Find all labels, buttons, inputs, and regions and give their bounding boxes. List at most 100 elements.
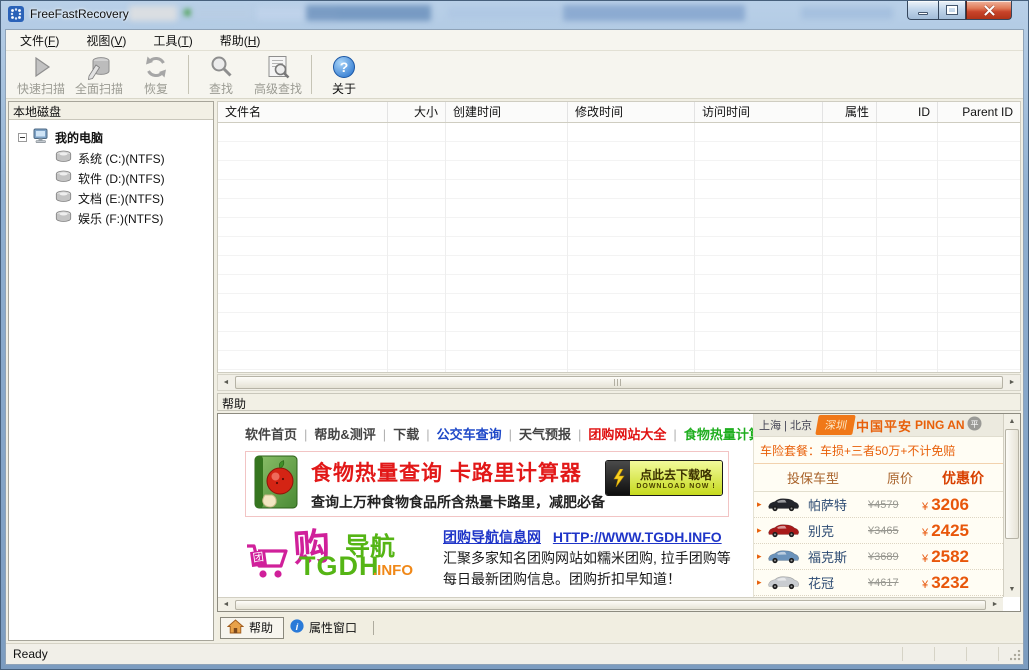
car-name[interactable]: 别克 xyxy=(804,521,868,540)
bullet-arrow-icon: ▸ xyxy=(757,551,766,562)
nav-separator: | xyxy=(578,427,581,442)
resize-grip[interactable] xyxy=(1010,650,1021,661)
car-name[interactable]: 花冠 xyxy=(804,573,868,592)
minimize-icon xyxy=(918,12,928,15)
toolbar-button-search[interactable]: 查找 xyxy=(193,51,249,98)
scroll-left-icon[interactable]: ◄ xyxy=(218,597,234,612)
menu-item-h[interactable]: 帮助(H) xyxy=(220,32,261,49)
column-header-4[interactable]: 修改时间 xyxy=(568,102,695,122)
tree-item-drive[interactable]: 软件 (D:)(NTFS) xyxy=(9,168,213,188)
app-icon xyxy=(8,6,24,22)
insurance-car-row[interactable]: ▸帕萨特¥4579¥ 3206 xyxy=(754,492,1003,518)
scroll-right-icon[interactable]: ► xyxy=(1004,375,1020,390)
column-header-7[interactable]: ID xyxy=(877,102,938,122)
column-header-5[interactable]: 访问时间 xyxy=(695,102,823,122)
menu-item-f[interactable]: 文件(F) xyxy=(20,32,59,49)
statusbar-divider xyxy=(902,647,903,661)
svg-text:平: 平 xyxy=(970,420,978,429)
minimize-button[interactable] xyxy=(907,1,938,20)
drive-label: 软件 (D:)(NTFS) xyxy=(78,170,165,187)
insurance-car-row[interactable]: ▸福克斯¥3689¥ 2582 xyxy=(754,544,1003,570)
tgdh-url[interactable]: HTTP://WWW.TGDH.INFO xyxy=(553,529,722,545)
disk-icon xyxy=(55,210,72,226)
toolbar-button-full-scan[interactable]: 全面扫描 xyxy=(70,51,128,98)
tree-item-drive[interactable]: 文档 (E:)(NTFS) xyxy=(9,188,213,208)
price-value: 3206 xyxy=(931,495,969,514)
tree-item-drive[interactable]: 娱乐 (F:)(NTFS) xyxy=(9,208,213,228)
toolbar-button-about[interactable]: ?关于 xyxy=(316,51,372,98)
tgdh-link[interactable]: 团购导航信息网 xyxy=(443,529,541,545)
menu-item-t[interactable]: 工具(T) xyxy=(153,32,192,49)
car-image xyxy=(766,523,804,538)
scrollbar-thumb[interactable] xyxy=(235,600,986,610)
help-vertical-scrollbar[interactable]: ▲ ▼ xyxy=(1003,414,1020,597)
help-horizontal-scrollbar[interactable]: ◄ ► xyxy=(218,597,1003,611)
computer-icon xyxy=(32,128,50,147)
car-name[interactable]: 帕萨特 xyxy=(804,495,868,514)
toolbar-button-advanced-search[interactable]: 高级查找 xyxy=(249,51,307,98)
nav-link[interactable]: 天气预报 xyxy=(519,427,571,442)
file-table-body[interactable] xyxy=(217,123,1021,373)
title-bar[interactable]: FreeFastRecovery xyxy=(1,1,1028,29)
insurance-brand-en: PING AN xyxy=(915,418,965,432)
tab-属性窗口[interactable]: i属性窗口 xyxy=(284,617,367,639)
scroll-right-icon[interactable]: ► xyxy=(987,597,1003,612)
scrollbar-thumb[interactable] xyxy=(235,376,1003,389)
insurance-rows: ▸帕萨特¥4579¥ 3206▸别克¥3465¥ 2425▸福克斯¥3689¥ … xyxy=(754,492,1003,597)
banner-text: 食物热量查询 卡路里计算器 查询上万种食物食品所含热量卡路里，减肥必备 xyxy=(311,457,605,512)
scroll-down-icon[interactable]: ▼ xyxy=(1004,582,1020,597)
calorie-banner[interactable]: 食物热量查询 卡路里计算器 查询上万种食物食品所含热量卡路里，减肥必备 点此去下… xyxy=(245,451,729,517)
insurance-car-row[interactable]: ▸别克¥3465¥ 2425 xyxy=(754,518,1003,544)
car-discount-price: ¥ 3206 xyxy=(922,495,969,515)
tree-root-my-computer[interactable]: 我的电脑 xyxy=(9,127,213,148)
insurance-car-row[interactable]: ▸花冠¥4617¥ 3232 xyxy=(754,570,1003,596)
menu-item-v[interactable]: 视图(V) xyxy=(86,32,126,49)
grid-column-line xyxy=(387,123,388,372)
nav-separator: | xyxy=(509,427,512,442)
tgdh-line1: 汇聚多家知名团购网站如糯米团购, 拉手团购等 xyxy=(443,548,731,569)
column-header-8[interactable]: Parent ID xyxy=(938,102,1020,122)
collapse-icon[interactable] xyxy=(18,133,27,142)
download-button[interactable]: 点此去下载咯 DOWNLOAD NOW ! xyxy=(605,460,723,496)
column-header-6[interactable]: 属性 xyxy=(823,102,877,122)
insurance-column-header: 投保车型 xyxy=(754,468,872,488)
car-original-price: ¥3465 xyxy=(868,525,922,537)
scroll-left-icon[interactable]: ◄ xyxy=(218,375,234,390)
price-value: 3232 xyxy=(931,573,969,592)
nav-link[interactable]: 软件首页 xyxy=(245,427,297,442)
table-horizontal-scrollbar[interactable]: ◄ ► xyxy=(217,374,1021,391)
window-controls xyxy=(907,1,1012,20)
toolbar-button-quick-scan[interactable]: 快速扫描 xyxy=(12,51,70,98)
file-table-header[interactable]: 文件名大小创建时间修改时间访问时间属性IDParent ID xyxy=(217,101,1021,123)
nav-link[interactable]: 团购网站大全 xyxy=(588,427,666,442)
tab-帮助[interactable]: 帮助 xyxy=(220,617,284,639)
tgdh-name: TGDH xyxy=(299,551,380,582)
car-name[interactable]: 福克斯 xyxy=(804,547,868,566)
column-header-2[interactable]: 大小 xyxy=(388,102,446,122)
insurance-cities[interactable]: 上海 | 北京 xyxy=(759,417,812,433)
scrollbar-track[interactable] xyxy=(1004,539,1020,582)
statusbar-divider xyxy=(934,647,935,661)
scroll-up-icon[interactable]: ▲ xyxy=(1004,414,1020,429)
download-sublabel: DOWNLOAD NOW ! xyxy=(636,483,715,490)
tree-item-drive[interactable]: 系统 (C:)(NTFS) xyxy=(9,148,213,168)
insurance-columns: 投保车型原价优惠价 xyxy=(754,464,1003,492)
nav-link[interactable]: 帮助&测评 xyxy=(314,427,375,442)
download-button-text: 点此去下载咯 DOWNLOAD NOW ! xyxy=(630,461,722,495)
maximize-button[interactable] xyxy=(938,1,966,20)
scrollbar-thumb[interactable] xyxy=(1005,429,1019,539)
column-header-1[interactable]: 文件名 xyxy=(218,102,388,122)
status-text: Ready xyxy=(13,647,48,661)
nav-link[interactable]: 公交车查询 xyxy=(437,427,502,442)
nav-link[interactable]: 下载 xyxy=(393,427,419,442)
column-header-3[interactable]: 创建时间 xyxy=(446,102,568,122)
close-button[interactable] xyxy=(966,1,1012,20)
toolbar-button-recover[interactable]: 恢复 xyxy=(128,51,184,98)
nav-separator: | xyxy=(304,427,307,442)
insurance-city-tab[interactable]: 深圳 xyxy=(815,415,856,435)
disk-icon xyxy=(55,190,72,206)
tgdh-logo[interactable]: 团 购 导航 TGDH .INFO xyxy=(245,525,427,583)
nav-separator: | xyxy=(383,427,386,442)
toolbar-separator xyxy=(188,55,189,94)
apple-book-icon xyxy=(253,455,299,514)
